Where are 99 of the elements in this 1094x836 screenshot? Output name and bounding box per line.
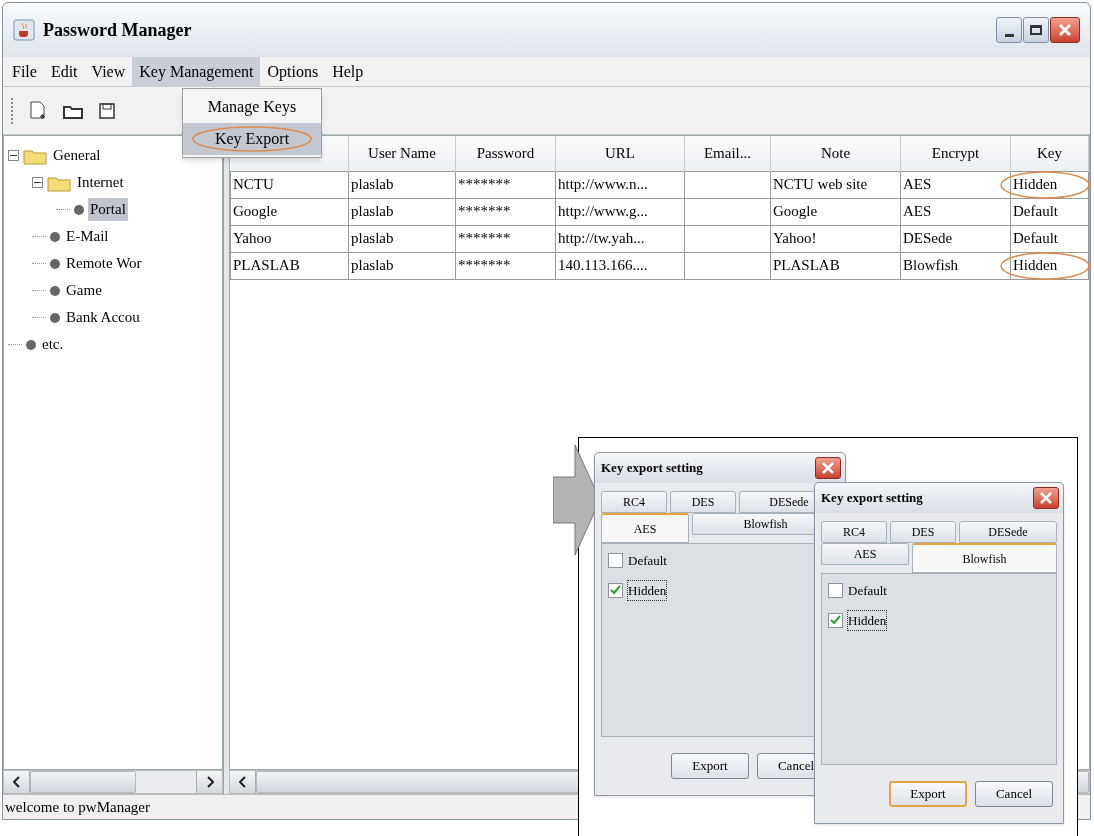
tab[interactable]: Blowfish bbox=[912, 543, 1057, 573]
column-header[interactable]: Note bbox=[770, 136, 901, 171]
maximize-button[interactable] bbox=[1023, 17, 1049, 43]
coffee-cup-icon bbox=[13, 19, 35, 41]
chevron-right-icon bbox=[205, 776, 214, 788]
tree-item[interactable]: Bank Accou bbox=[64, 306, 142, 329]
table-cell: Yahoo bbox=[230, 225, 349, 252]
checkbox-label[interactable]: Hidden bbox=[847, 609, 888, 631]
save-icon[interactable] bbox=[98, 101, 116, 120]
tab[interactable]: AES bbox=[821, 543, 909, 565]
table-cell: ******* bbox=[455, 198, 556, 225]
close-icon bbox=[1058, 23, 1072, 37]
dialog-title: Key export setting bbox=[601, 459, 703, 478]
close-button[interactable] bbox=[1033, 487, 1059, 509]
checkbox-label[interactable]: Default bbox=[847, 580, 888, 602]
dialog-button[interactable]: Export bbox=[889, 781, 967, 807]
table-cell: plaslab bbox=[348, 225, 456, 252]
tree-item[interactable]: Internet bbox=[75, 171, 126, 194]
table-cell: NCTU web site bbox=[770, 171, 901, 198]
bullet-icon bbox=[26, 339, 36, 350]
table-cell: DESede bbox=[900, 225, 1011, 252]
checkbox[interactable] bbox=[828, 583, 843, 599]
table-cell: Blowfish bbox=[900, 252, 1011, 279]
table-cell: 140.113.166.... bbox=[555, 252, 685, 279]
column-header[interactable]: Password bbox=[455, 136, 556, 171]
window-title: Password Manager bbox=[43, 18, 192, 42]
scroll-right-button[interactable] bbox=[196, 771, 222, 793]
menu-item[interactable]: Options bbox=[260, 56, 326, 87]
tree-item[interactable]: Game bbox=[64, 279, 104, 302]
table-cell: http://tw.yah... bbox=[555, 225, 685, 252]
bullet-icon bbox=[50, 312, 60, 323]
collapse-toggle-icon[interactable] bbox=[32, 177, 43, 188]
dialog-button[interactable]: Cancel bbox=[975, 781, 1053, 807]
tab[interactable]: DESede bbox=[959, 521, 1057, 543]
tab[interactable]: RC4 bbox=[601, 491, 667, 513]
tree-item[interactable]: E-Mail bbox=[64, 225, 111, 248]
column-header[interactable]: URL bbox=[555, 136, 685, 171]
menu-item[interactable]: File bbox=[5, 56, 44, 87]
table-cell: ******* bbox=[455, 252, 556, 279]
tab[interactable]: DES bbox=[670, 491, 736, 513]
table-cell: ******* bbox=[455, 171, 556, 198]
table-cell: ******* bbox=[455, 225, 556, 252]
table-cell: PLASLAB bbox=[230, 252, 349, 279]
table-cell: Default bbox=[1010, 225, 1089, 252]
minimize-button[interactable] bbox=[996, 17, 1022, 43]
scroll-left-button[interactable] bbox=[230, 771, 256, 793]
tab[interactable]: AES bbox=[601, 513, 689, 543]
close-button[interactable] bbox=[815, 457, 841, 479]
column-header[interactable]: Email... bbox=[684, 136, 771, 171]
table-cell: http://www.g... bbox=[555, 198, 685, 225]
tab[interactable]: RC4 bbox=[821, 521, 887, 543]
checkbox[interactable] bbox=[828, 612, 843, 628]
table-cell: Google bbox=[770, 198, 901, 225]
tree-item[interactable]: Portal bbox=[88, 198, 128, 221]
toolbar-grip[interactable] bbox=[11, 97, 14, 124]
checkbox-label[interactable]: Hidden bbox=[627, 579, 668, 601]
bullet-icon bbox=[50, 231, 60, 242]
table-cell: plaslab bbox=[348, 252, 456, 279]
collapse-toggle-icon[interactable] bbox=[8, 150, 19, 161]
checkbox[interactable] bbox=[608, 582, 623, 598]
table-cell: AES bbox=[900, 171, 1011, 198]
scrollbar-thumb[interactable] bbox=[30, 771, 136, 793]
close-icon bbox=[1040, 492, 1052, 504]
menu-item[interactable]: Key Management bbox=[132, 56, 261, 87]
menu-item[interactable]: View bbox=[84, 56, 133, 87]
tree-item[interactable]: General bbox=[51, 144, 103, 167]
status-text: welcome to pwManager bbox=[5, 797, 150, 817]
new-document-icon[interactable] bbox=[28, 99, 48, 122]
table-cell: Google bbox=[230, 198, 349, 225]
checkbox-label[interactable]: Default bbox=[627, 550, 668, 572]
menu-item[interactable]: Help bbox=[325, 56, 371, 87]
column-header[interactable]: Key bbox=[1010, 136, 1089, 171]
tree-item[interactable]: etc. bbox=[40, 333, 66, 356]
table-cell: AES bbox=[900, 198, 1011, 225]
table-cell: PLASLAB bbox=[770, 252, 901, 279]
close-button[interactable] bbox=[1050, 17, 1080, 43]
chevron-left-icon bbox=[12, 776, 21, 788]
close-icon bbox=[822, 462, 834, 474]
column-header[interactable]: Encrypt bbox=[900, 136, 1011, 171]
tree-item[interactable]: Remote Wor bbox=[64, 252, 144, 275]
table-cell: Yahoo! bbox=[770, 225, 901, 252]
scroll-left-button[interactable] bbox=[4, 771, 30, 793]
table-cell: http://www.n... bbox=[555, 171, 685, 198]
dialog-button[interactable]: Export bbox=[671, 753, 749, 779]
bullet-icon bbox=[50, 285, 60, 296]
menu-item[interactable]: Edit bbox=[43, 56, 85, 87]
horizontal-scrollbar[interactable] bbox=[3, 770, 223, 794]
menu-option[interactable]: Key Export bbox=[183, 123, 321, 155]
bullet-icon bbox=[50, 258, 60, 269]
column-header[interactable]: User Name bbox=[348, 136, 456, 171]
bullet-icon bbox=[74, 204, 84, 215]
table-cell: plaslab bbox=[348, 198, 456, 225]
tab[interactable]: DES bbox=[890, 521, 956, 543]
table-cell: Default bbox=[1010, 198, 1089, 225]
checkbox[interactable] bbox=[608, 553, 623, 569]
table-cell: NCTU bbox=[230, 171, 349, 198]
table-cell: plaslab bbox=[348, 171, 456, 198]
menu-option[interactable]: Manage Keys bbox=[183, 91, 321, 123]
chevron-left-icon bbox=[238, 776, 247, 788]
